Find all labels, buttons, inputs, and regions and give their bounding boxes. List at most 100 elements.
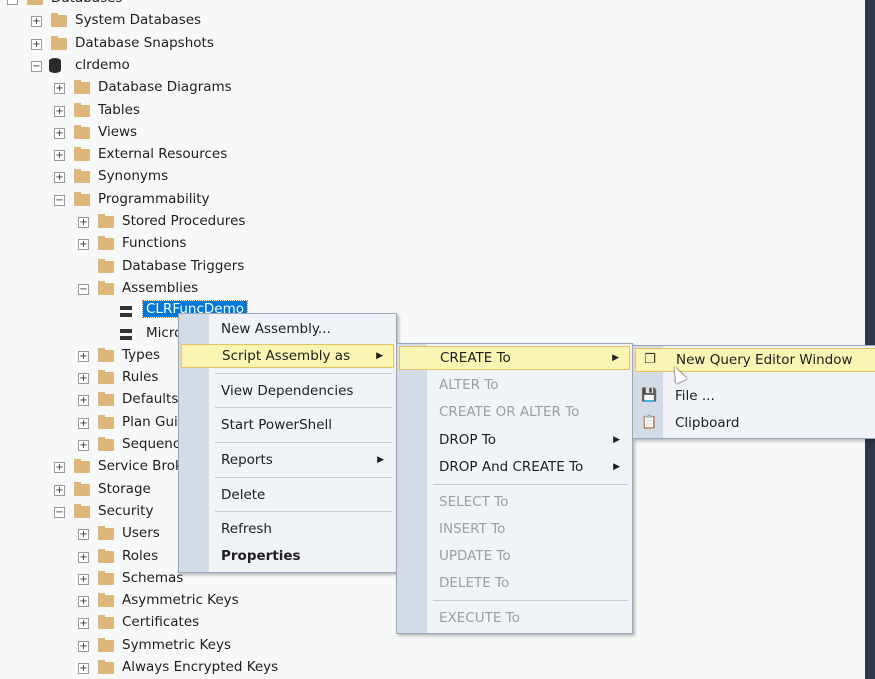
tree-node-label: Always Encrypted Keys — [122, 659, 279, 675]
submenu-arrow-icon: ▶ — [613, 462, 620, 472]
folder-icon — [98, 437, 114, 451]
expand-icon[interactable]: + — [78, 573, 89, 585]
menu-item-alter-to[interactable]: ALTER To — [399, 373, 630, 397]
scrollbar[interactable] — [865, 0, 875, 679]
tree-node-label: Certificates — [122, 614, 200, 631]
separator — [433, 600, 628, 601]
tree-node-label: Programmability — [98, 190, 210, 207]
collapse-icon[interactable]: − — [31, 60, 42, 72]
expand-icon[interactable]: + — [54, 150, 65, 162]
tree-node[interactable]: Micro — [0, 323, 860, 345]
tree-node[interactable]: + Database Diagrams — [0, 77, 860, 99]
menu-item-select-to[interactable]: SELECT To — [399, 490, 630, 514]
tree-node-label: Assemblies — [122, 279, 199, 296]
expand-icon[interactable]: + — [31, 16, 42, 28]
menu-item-reports[interactable]: Reports ▶ — [181, 448, 394, 472]
expand-icon[interactable]: + — [78, 529, 89, 541]
separator — [433, 484, 628, 485]
tree-node-label: Tables — [98, 101, 140, 118]
menu-item-delete[interactable]: Delete — [181, 483, 394, 507]
expand-icon[interactable]: + — [78, 350, 89, 362]
tree-node-label: clrdemo — [75, 56, 130, 73]
expand-icon[interactable]: + — [78, 239, 89, 251]
tree-node-label: Asymmetric Keys — [122, 592, 239, 609]
expand-icon[interactable]: + — [78, 373, 89, 385]
assembly-icon — [120, 306, 132, 318]
menu-label: ALTER To — [439, 377, 499, 393]
menu-item-properties[interactable]: Properties — [181, 544, 394, 568]
tree-node-label: Stored Procedures — [122, 213, 246, 229]
collapse-icon[interactable]: − — [54, 194, 65, 206]
tree-node[interactable]: − Programmability — [0, 189, 860, 211]
expand-icon[interactable]: + — [54, 83, 65, 95]
menu-item-insert-to[interactable]: INSERT To — [399, 517, 630, 541]
collapse-icon[interactable]: − — [7, 0, 18, 5]
menu-item-create-or-alter-to[interactable]: CREATE OR ALTER To — [399, 400, 630, 424]
menu-item-delete-to[interactable]: DELETE To — [399, 571, 630, 595]
folder-icon — [74, 124, 90, 139]
tree-node[interactable]: − Databases — [0, 0, 860, 10]
tree-node[interactable]: + Database Snapshots — [0, 33, 860, 55]
expand-icon[interactable]: + — [54, 105, 65, 117]
tree-node-label: Schemas — [122, 569, 184, 586]
tree-node[interactable]: Database Triggers — [0, 256, 860, 278]
menu-item-view-dependencies[interactable]: View Dependencies — [181, 379, 394, 403]
tree-node[interactable]: − Assemblies — [0, 278, 860, 300]
collapse-icon[interactable]: − — [78, 283, 89, 295]
separator — [215, 477, 392, 478]
expand-icon[interactable]: + — [78, 663, 89, 674]
tree-node-label: Rules — [122, 369, 159, 386]
tree-node[interactable]: + Views — [0, 122, 860, 144]
menu-item-create-to[interactable]: CREATE To ▶ — [399, 346, 630, 370]
tree-node[interactable]: + Always Encrypted Keys — [0, 657, 860, 679]
tree-node[interactable]: + Functions — [0, 233, 860, 255]
menu-item-refresh[interactable]: Refresh — [181, 517, 394, 541]
tree-node-label: Database Diagrams — [98, 79, 232, 96]
tree-node-label: Users — [122, 525, 160, 542]
menu-item-drop-to[interactable]: DROP To ▶ — [399, 428, 630, 452]
menu-label: DELETE To — [439, 575, 510, 591]
tree-node[interactable]: + Stored Procedures — [0, 211, 860, 233]
tree-node-label: Database Triggers — [122, 257, 245, 274]
tree-node[interactable]: − clrdemo — [0, 55, 860, 77]
expand-icon[interactable]: + — [78, 440, 89, 451]
menu-item-clipboard[interactable]: 📋 Clipboard — [635, 411, 875, 435]
tree-node[interactable]: + Tables — [0, 100, 860, 122]
menu-label: Refresh — [221, 521, 272, 537]
menu-label: Script Assembly as — [222, 348, 351, 364]
collapse-icon[interactable]: − — [54, 506, 65, 518]
folder-icon — [98, 660, 114, 674]
folder-icon — [98, 280, 114, 295]
menu-item-start-powershell[interactable]: Start PowerShell — [181, 413, 394, 437]
expand-icon[interactable]: + — [78, 395, 89, 407]
tree-node[interactable]: + Symmetric Keys — [0, 635, 860, 657]
tree-node[interactable]: + External Resources — [0, 144, 860, 166]
expand-icon[interactable]: + — [78, 596, 89, 608]
expand-icon[interactable]: + — [78, 551, 89, 563]
tree-node-label: Databases — [51, 0, 122, 6]
expand-icon[interactable]: + — [54, 127, 65, 139]
menu-item-update-to[interactable]: UPDATE To — [399, 544, 630, 568]
expand-icon[interactable]: + — [78, 217, 89, 228]
tree-node-label: System Databases — [75, 12, 202, 29]
menu-label: New Query Editor Window — [676, 352, 853, 368]
tree-node[interactable]: + System Databases — [0, 10, 860, 32]
tree-node-label: Functions — [122, 235, 187, 252]
menu-item-drop-and-create-to[interactable]: DROP And CREATE To ▶ — [399, 455, 630, 479]
expand-icon[interactable]: + — [54, 172, 65, 184]
expand-icon[interactable]: + — [54, 462, 65, 474]
expand-icon[interactable]: + — [54, 484, 65, 496]
folder-icon — [74, 481, 90, 496]
menu-item-script-assembly-as[interactable]: Script Assembly as ▶ — [181, 344, 394, 368]
menu-item-execute-to[interactable]: EXECUTE To — [399, 606, 630, 630]
tree-node[interactable]: + Synonyms — [0, 166, 860, 188]
menu-label: Delete — [221, 487, 266, 503]
expand-icon[interactable]: + — [31, 38, 42, 50]
menu-item-new-assembly[interactable]: New Assembly... — [181, 317, 394, 341]
expand-icon[interactable]: + — [78, 417, 89, 429]
menu-label: CREATE OR ALTER To — [439, 404, 580, 420]
expand-icon[interactable]: + — [78, 640, 89, 652]
tree-node[interactable]: CLRFuncDemo — [0, 300, 860, 322]
expand-icon[interactable]: + — [78, 618, 89, 630]
menu-item-file[interactable]: 💾 File ... — [635, 384, 875, 408]
